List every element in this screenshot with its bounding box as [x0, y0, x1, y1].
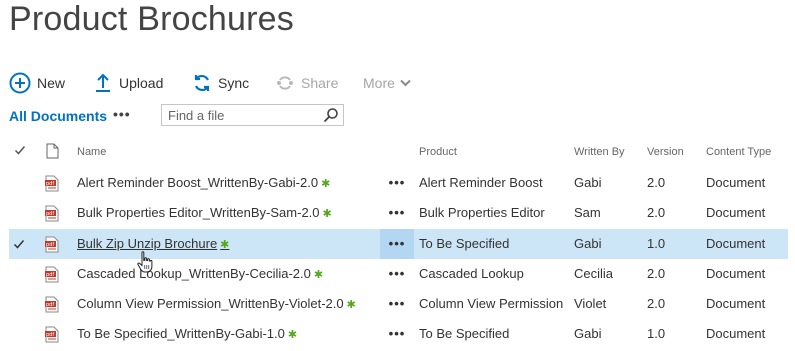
search-input[interactable]: Find a file	[168, 108, 224, 123]
content-type-cell: Document	[706, 326, 766, 341]
pdf-icon: pdf	[45, 266, 59, 288]
document-name-link[interactable]: Column View Permission_WrittenBy-Violet-…	[77, 289, 356, 319]
all-documents-link[interactable]: All Documents	[9, 108, 107, 124]
written-by-cell: Violet	[574, 296, 607, 311]
new-item-badge: ✱	[220, 239, 230, 251]
more-label: More	[363, 75, 395, 91]
written-by-cell: Cecilia	[574, 266, 614, 281]
column-header-name[interactable]: Name	[77, 146, 106, 164]
row-selected-check-icon[interactable]	[13, 237, 25, 255]
written-by-cell: Gabi	[574, 236, 602, 251]
row-menu-button[interactable]: •••	[387, 289, 407, 319]
select-all-check-icon[interactable]	[14, 144, 26, 162]
document-name-link[interactable]: Cascaded Lookup_WrittenBy-Cecilia-2.0 ✱	[77, 259, 323, 289]
chevron-down-icon	[400, 79, 411, 87]
new-button[interactable]: New	[9, 72, 65, 94]
table-row[interactable]: pdf Alert Reminder Boost_WrittenBy-Gabi-2…	[9, 168, 788, 198]
document-name[interactable]: To Be Specified_WrittenBy-Gabi-1.0	[77, 326, 285, 341]
plus-circle-icon	[9, 72, 31, 94]
new-item-badge: ✱	[287, 329, 298, 341]
new-item-badge: ✱	[322, 208, 332, 220]
new-item-badge: ✱	[321, 178, 331, 190]
new-item-badge: ✱	[313, 269, 324, 281]
sync-button[interactable]: Sync	[192, 72, 249, 94]
share-label: Share	[301, 75, 339, 91]
table-row[interactable]: pdf Cascaded Lookup_WrittenBy-Cecilia-2.0…	[9, 259, 788, 289]
content-type-cell: Document	[706, 205, 766, 220]
row-menu-button[interactable]: •••	[387, 168, 407, 198]
row-menu-button[interactable]: •••	[387, 198, 407, 228]
new-label: New	[37, 75, 66, 91]
written-by-cell: Gabi	[574, 326, 602, 341]
document-name-link[interactable]: Bulk Properties Editor_WrittenBy-Sam-2.0…	[77, 198, 332, 228]
document-name[interactable]: Bulk Properties Editor_WrittenBy-Sam-2.0	[77, 205, 320, 220]
more-views-button[interactable]: •••	[113, 106, 131, 122]
column-header-version[interactable]: Version	[647, 146, 684, 164]
pdf-icon: pdf	[45, 175, 59, 197]
product-cell: To Be Specified	[419, 326, 510, 341]
svg-text:pdf: pdf	[46, 302, 54, 308]
column-header-written-by[interactable]: Written By	[574, 146, 625, 164]
content-type-cell: Document	[706, 236, 766, 251]
version-cell: 1.0	[647, 326, 666, 341]
upload-button[interactable]: Upload	[95, 72, 163, 94]
table-row[interactable]: pdf Bulk Zip Unzip Brochure ✱ ••• To Be Spec…	[9, 229, 788, 259]
document-name[interactable]: Bulk Zip Unzip Brochure	[77, 236, 217, 251]
document-name-link[interactable]: To Be Specified_WrittenBy-Gabi-1.0 ✱	[77, 319, 297, 349]
row-menu-button[interactable]: •••	[387, 229, 407, 259]
product-cell: Column View Permission	[419, 296, 564, 311]
table-row[interactable]: pdf To Be Specified_WrittenBy-Gabi-1.0 ✱ ••…	[9, 319, 788, 349]
version-cell: 2.0	[647, 266, 666, 281]
product-cell: Alert Reminder Boost	[419, 175, 543, 190]
pdf-icon: pdf	[45, 236, 59, 258]
pdf-icon: pdf	[45, 326, 59, 348]
upload-arrow-icon	[95, 73, 111, 93]
row-menu-button[interactable]: •••	[387, 319, 407, 349]
document-name[interactable]: Cascaded Lookup_WrittenBy-Cecilia-2.0	[77, 266, 311, 281]
content-type-cell: Document	[706, 266, 766, 281]
column-header-content-type[interactable]: Content Type	[706, 146, 771, 164]
document-icon[interactable]	[46, 143, 59, 161]
share-button[interactable]: Share	[275, 72, 338, 94]
all-documents-view[interactable]: All Documents	[9, 106, 107, 126]
version-cell: 2.0	[647, 175, 666, 190]
product-cell: Bulk Properties Editor	[419, 205, 545, 220]
svg-text:pdf: pdf	[46, 211, 54, 217]
svg-text:pdf: pdf	[46, 242, 54, 248]
row-menu-button[interactable]: •••	[387, 259, 407, 289]
product-cell: Cascaded Lookup	[419, 266, 524, 281]
content-type-cell: Document	[706, 175, 766, 190]
find-file-search-box[interactable]: Find a file	[161, 104, 344, 126]
written-by-cell: Sam	[574, 205, 601, 220]
svg-text:pdf: pdf	[46, 181, 54, 187]
share-icon	[275, 73, 295, 93]
document-name-link[interactable]: Alert Reminder Boost_WrittenBy-Gabi-2.0 ✱	[77, 168, 330, 198]
sync-label: Sync	[218, 75, 250, 91]
column-header-product[interactable]: Product	[419, 146, 457, 164]
more-button[interactable]: More	[363, 72, 411, 94]
new-item-badge: ✱	[346, 299, 356, 311]
table-row[interactable]: pdf Column View Permission_WrittenBy-Viol…	[9, 289, 788, 319]
svg-text:pdf: pdf	[46, 272, 54, 278]
sync-icon	[192, 73, 212, 93]
page-title: Product Brochures	[9, 0, 294, 38]
content-type-cell: Document	[706, 296, 766, 311]
written-by-cell: Gabi	[574, 175, 602, 190]
upload-label: Upload	[119, 75, 164, 91]
version-cell: 1.0	[647, 236, 666, 251]
hand-cursor-icon	[136, 250, 156, 279]
document-name[interactable]: Alert Reminder Boost_WrittenBy-Gabi-2.0	[77, 175, 318, 190]
version-cell: 2.0	[647, 205, 666, 220]
document-name[interactable]: Column View Permission_WrittenBy-Violet-…	[77, 296, 344, 311]
table-row[interactable]: pdf Bulk Properties Editor_WrittenBy-Sam-…	[9, 198, 788, 228]
pdf-icon: pdf	[45, 296, 59, 318]
svg-text:pdf: pdf	[46, 332, 54, 338]
version-cell: 2.0	[647, 296, 666, 311]
product-cell: To Be Specified	[419, 236, 510, 251]
search-icon[interactable]	[323, 107, 339, 128]
pdf-icon: pdf	[45, 205, 59, 227]
